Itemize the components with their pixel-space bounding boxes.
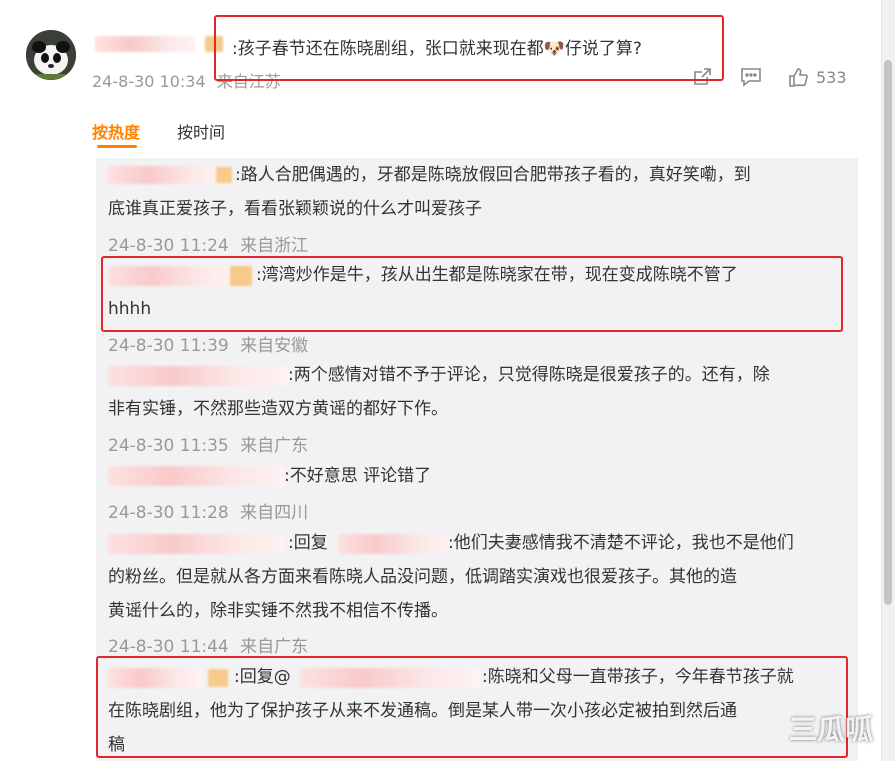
avatar[interactable] (26, 30, 76, 80)
reply-line: :路人合肥偶遇的，牙都是陈晓放假回合肥带孩子看的，真好笑嘞，到 (235, 165, 751, 185)
reply-line: 黄谣什么的，除非实锤不然我不相信不传播。 (108, 601, 448, 621)
reply-location: 来自四川 (240, 503, 309, 523)
reply-prefix: :回复 (288, 533, 328, 553)
reply-line: 在陈晓剧组，他为了保护孩子从来不发通稿。倒是某人带一次小孩必定被拍到然后通 (108, 701, 737, 721)
username-redacted[interactable] (95, 36, 195, 52)
scrollbar-thumb[interactable] (884, 60, 892, 605)
reply-text: :不好意思 评论错了 (108, 459, 848, 493)
reply-line: 非有实锤，不然那些造双方黄谣的都好下作。 (108, 399, 448, 419)
reply-location: 来自浙江 (240, 236, 309, 256)
reply-meta: 24-8-30 11:28 来自四川 (108, 498, 308, 523)
top-comment-meta: 24-8-30 10:34 来自江苏 (92, 68, 281, 92)
reply-line: 的粉丝。但是就从各方面来看陈晓人品没问题，低调踏实演戏也很爱孩子。其他的造 (108, 567, 737, 587)
like-button[interactable]: 533 (786, 66, 847, 88)
reply-text: :回复@ :陈晓和父母一直带孩子，今年春节孩子就 在陈晓剧组，他为了保护孩子从来… (108, 660, 848, 762)
reply-meta: 24-8-30 11:24 来自浙江 (108, 231, 308, 256)
reply-text: :湾湾炒作是牛，孩从出生都是陈晓家在带，现在变成陈晓不管了 hhhh (108, 258, 848, 326)
reply-meta: 24-8-30 11:39 来自安徽 (108, 331, 308, 356)
user-badge-icon (205, 36, 223, 52)
reply-line: :他们夫妻感情我不清楚不评论，我也不是他们 (448, 533, 794, 553)
panda-avatar-image (26, 30, 76, 80)
active-tab-indicator (97, 145, 137, 148)
comment-icon (739, 65, 763, 89)
share-button[interactable] (690, 66, 714, 88)
like-count: 533 (816, 67, 847, 87)
share-icon (690, 65, 714, 89)
reply-line: 稿 (108, 735, 125, 755)
reply-location: 来自安徽 (240, 336, 309, 356)
reply-timestamp: 24-8-30 11:44 (108, 637, 229, 657)
tab-sort-by-hot[interactable]: 按热度 (92, 119, 140, 143)
reply-meta: 24-8-30 11:35 来自广东 (108, 431, 308, 456)
reply-location: 来自广东 (240, 436, 309, 456)
comment-button[interactable] (739, 66, 763, 88)
reply-timestamp: 24-8-30 11:39 (108, 336, 229, 356)
top-comment-location: 来自江苏 (216, 72, 281, 91)
reply-line: :陈晓和父母一直带孩子，今年春节孩子就 (482, 667, 794, 687)
reply-text: :回复 :他们夫妻感情我不清楚不评论，我也不是他们 的粉丝。但是就从各方面来看陈… (108, 526, 848, 628)
reply-line: 底谁真正爱孩子，看看张颖颖说的什么才叫爱孩子 (108, 199, 482, 219)
reply-timestamp: 24-8-30 11:24 (108, 236, 229, 256)
reply-line: :湾湾炒作是牛，孩从出生都是陈晓家在带，现在变成陈晓不管了 (256, 265, 738, 285)
reply-line: :两个感情对错不予于评论，只觉得陈晓是很爱孩子的。还有，除 (288, 365, 770, 385)
top-comment-timestamp: 24-8-30 10:34 (92, 72, 206, 91)
watermark: 三瓜呱 (788, 713, 873, 746)
top-comment-text: :孩子春节还在陈晓剧组，张口就来现在都🐶仔说了算? (232, 39, 642, 59)
reply-text: :两个感情对错不予于评论，只觉得陈晓是很爱孩子的。还有，除 非有实锤，不然那些造… (108, 358, 848, 426)
tab-sort-by-time[interactable]: 按时间 (177, 119, 225, 143)
reply-line: :不好意思 评论错了 (284, 466, 432, 486)
reply-meta: 24-8-30 11:44 来自广东 (108, 632, 308, 657)
reply-timestamp: 24-8-30 11:28 (108, 503, 229, 523)
thumbs-up-icon (786, 65, 810, 89)
reply-location: 来自广东 (240, 637, 309, 657)
reply-timestamp: 24-8-30 11:35 (108, 436, 229, 456)
reply-text: :路人合肥偶遇的，牙都是陈晓放假回合肥带孩子看的，真好笑嘞，到 底谁真正爱孩子，… (108, 158, 848, 226)
reply-line: hhhh (108, 299, 152, 319)
reply-prefix: :回复@ (234, 667, 291, 687)
